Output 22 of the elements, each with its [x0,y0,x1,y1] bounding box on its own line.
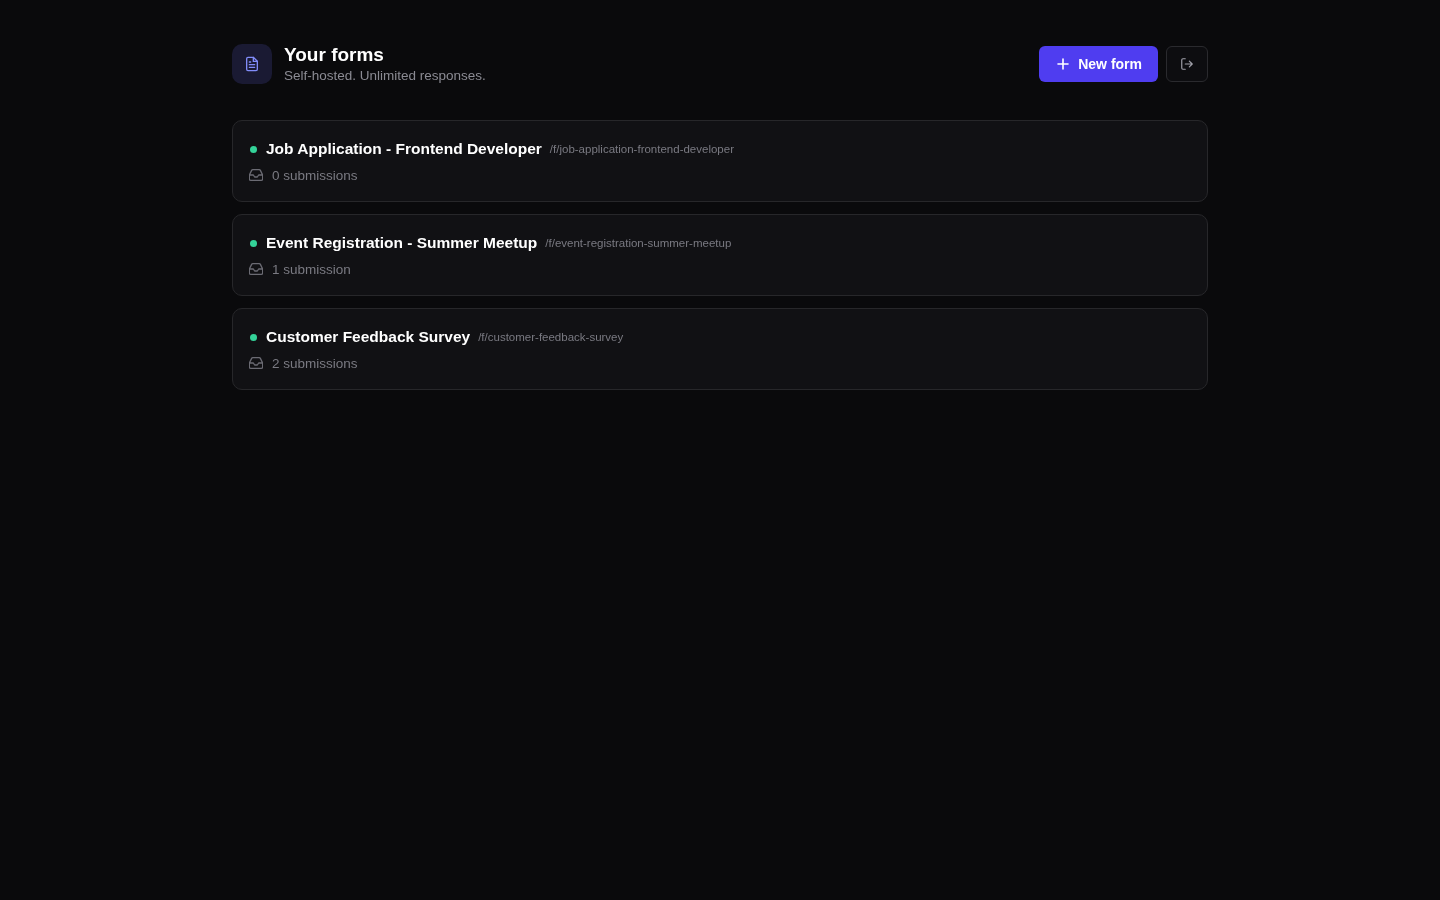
form-card[interactable]: Job Application - Frontend Developer /f/job-application-frontend-developer 0 submissions [232,120,1208,202]
form-card[interactable]: Event Registration - Summer Meetup /f/event-registration-summer-meetup 1 submission [232,214,1208,296]
document-icon [232,44,272,84]
submission-count: 2 submissions [272,355,358,371]
submission-count: 1 submission [272,261,351,277]
form-title: Job Application - Frontend Developer [266,140,542,158]
form-path: /f/job-application-frontend-developer [549,143,734,155]
form-title: Event Registration - Summer Meetup [266,234,538,252]
inbox-icon [249,357,263,369]
form-card[interactable]: Customer Feedback Survey /f/customer-feedback-survey 2 submissions [232,308,1208,390]
form-path: /f/event-registration-summer-meetup [545,237,732,249]
page-title: Your forms [284,43,385,67]
form-path: /f/customer-feedback-survey [478,331,624,343]
page-subtitle: Self-hosted. Unlimited responses. [284,67,486,85]
logout-icon [1180,57,1194,71]
inbox-icon [249,169,263,181]
form-title: Customer Feedback Survey [266,328,471,346]
logout-button[interactable] [1166,46,1208,82]
submission-count: 0 submissions [272,167,358,183]
new-form-button[interactable]: New form [1039,46,1158,82]
inbox-icon [249,263,263,275]
plus-icon [1057,58,1070,70]
